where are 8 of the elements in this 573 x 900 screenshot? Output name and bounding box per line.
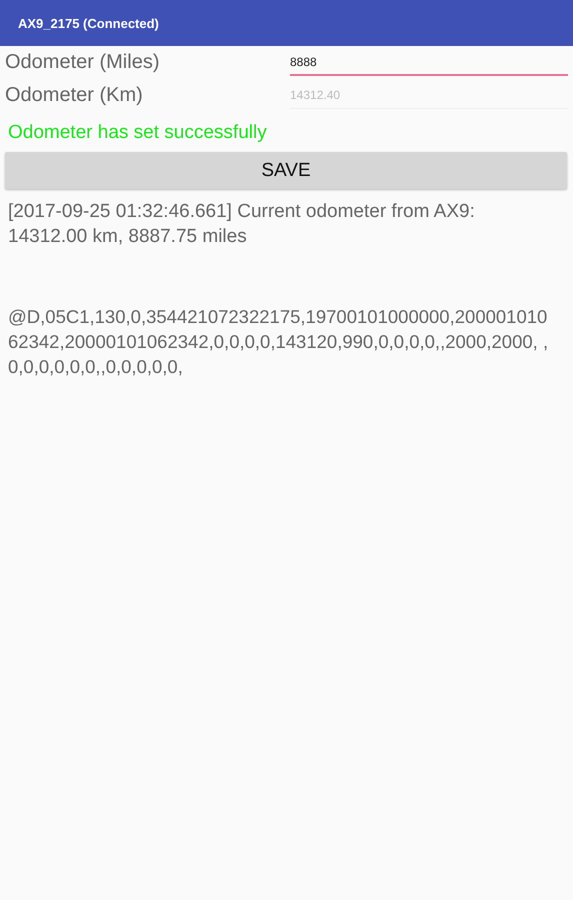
status-message: Odometer has set successfully — [7, 121, 268, 145]
input-field[interactable]: 8888 — [290, 50, 568, 76]
app-title: AX9_2175 (Connected) — [18, 16, 159, 30]
save-button[interactable]: SAVE — [5, 152, 567, 189]
field-label: Odometer (Km) — [5, 84, 144, 107]
log-text: @D,05C1,130,0,354421072322175,19700101000000,20000101062342,20000101062342,0,0,0,0,143120,990,0,0,0,0,,2000,2000, ,0,0,0,0,0,0,,0,0,0,0,0, — [7, 305, 550, 379]
field-label: Odometer (Miles) — [5, 51, 160, 74]
log-text: [2017-09-25 01:32:46.661] Current odometer from AX9: 14312.00 km, 8887.75 miles — [7, 200, 476, 249]
